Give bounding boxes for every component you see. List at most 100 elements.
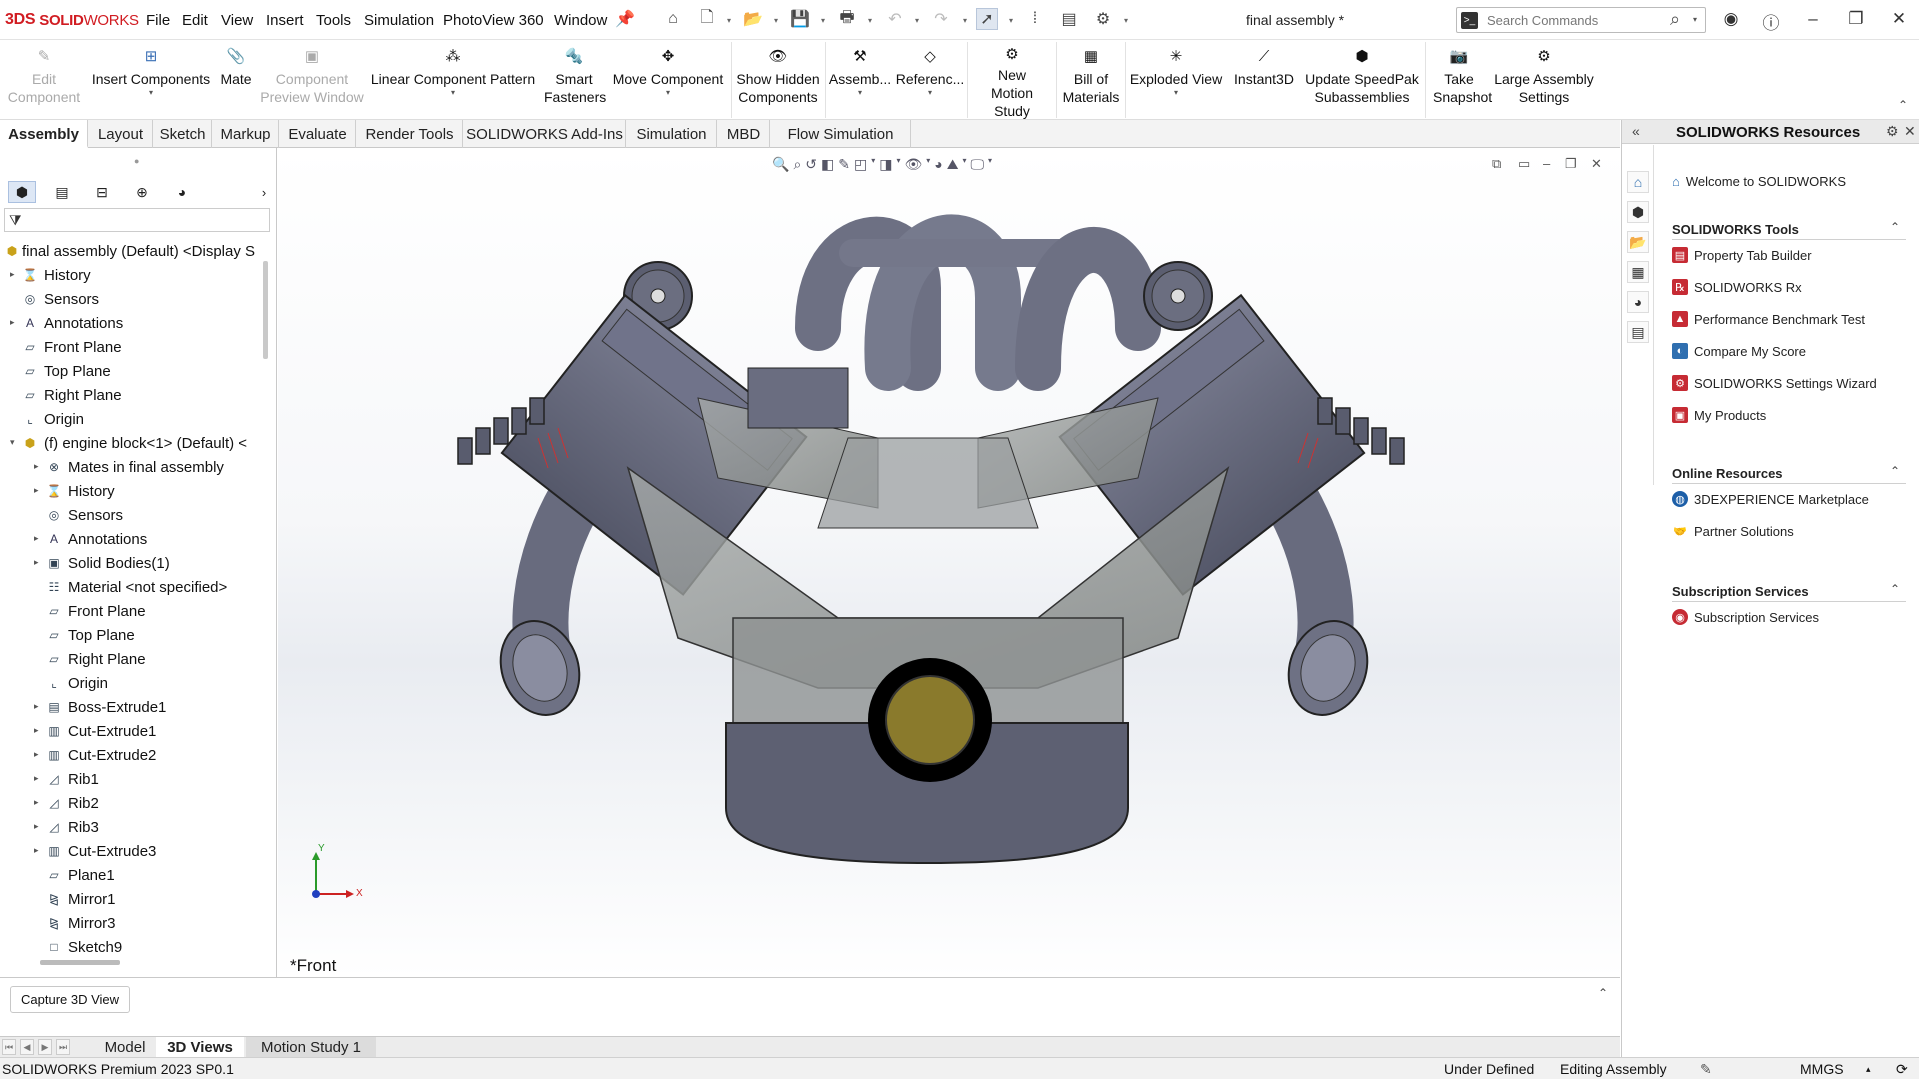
menu-insert[interactable]: Insert bbox=[266, 12, 304, 29]
section-solidworks-tools[interactable]: SOLIDWORKS Tools ⌃ bbox=[1672, 218, 1906, 240]
tab-3d-views[interactable]: 3D Views bbox=[156, 1037, 244, 1058]
save-dropdown-icon[interactable]: ▾ bbox=[821, 16, 825, 25]
minimize-icon[interactable]: – bbox=[1802, 9, 1824, 29]
tab-flow-simulation[interactable]: Flow Simulation bbox=[771, 120, 911, 148]
tab-render-tools[interactable]: Render Tools bbox=[357, 120, 463, 148]
tree-item[interactable]: ▾ ⬢ (f) engine block<1> (Default) < bbox=[0, 431, 262, 455]
bill-of-materials-button[interactable]: ▦ Bill of Materials bbox=[1059, 40, 1123, 120]
linear-component-pattern-button[interactable]: ⁂ Linear Component Pattern ▾ bbox=[368, 40, 538, 120]
show-hidden-components-button[interactable]: 👁 Show Hidden Components bbox=[734, 40, 822, 120]
tab-simulation[interactable]: Simulation bbox=[627, 120, 717, 148]
collapse-arrow-icon[interactable]: ▾ bbox=[10, 437, 15, 448]
tree-item[interactable]: ▸ ⌛ History bbox=[0, 263, 262, 287]
appearances-icon[interactable]: ◕ bbox=[1627, 291, 1649, 313]
prev-tab-icon[interactable]: ◀ bbox=[20, 1039, 34, 1055]
unit-system[interactable]: MMGS bbox=[1800, 1061, 1844, 1077]
restore-icon[interactable]: ❐ bbox=[1845, 9, 1867, 29]
file-explorer-icon[interactable]: 📂 bbox=[1627, 231, 1649, 253]
component-preview-window-button[interactable]: ▣ Component Preview Window bbox=[258, 40, 366, 120]
capture-3d-view-button[interactable]: Capture 3D View bbox=[10, 986, 131, 1013]
close-icon[interactable]: ✕ bbox=[1888, 9, 1910, 29]
search-dropdown-icon[interactable]: ▾ bbox=[1693, 15, 1697, 24]
select-cursor-icon[interactable]: ➚ bbox=[976, 8, 998, 30]
panel-grip-icon[interactable]: ● bbox=[134, 156, 139, 166]
tree-filter-field[interactable]: ⧩ bbox=[4, 208, 270, 232]
pin-icon[interactable]: 📌 bbox=[614, 8, 636, 30]
search-commands-box[interactable]: >_ Search Commands ⌕ ▾ bbox=[1456, 7, 1706, 33]
search-icon[interactable]: ⌕ bbox=[1670, 9, 1680, 30]
tree-horizontal-scrollbar[interactable] bbox=[40, 960, 120, 965]
section-online-resources[interactable]: Online Resources ⌃ bbox=[1672, 462, 1906, 484]
file-properties-icon[interactable]: ▤ bbox=[1058, 8, 1080, 30]
tree-item[interactable]: ▸ ⊗ Mates in final assembly bbox=[0, 455, 262, 479]
help-icon[interactable]: ⓘ bbox=[1760, 9, 1782, 34]
take-snapshot-button[interactable]: 📷 Take Snapshot bbox=[1428, 40, 1492, 120]
mate-button[interactable]: 📎 Mate bbox=[214, 40, 258, 120]
expand-arrow-icon[interactable]: ▸ bbox=[34, 797, 39, 808]
configuration-manager-tab-icon[interactable]: ⊟ bbox=[88, 181, 116, 203]
new-dropdown-icon[interactable]: ▾ bbox=[727, 16, 731, 25]
insert-components-button[interactable]: ⊞ Insert Components ▾ bbox=[86, 40, 216, 120]
redo-dropdown-icon[interactable]: ▾ bbox=[963, 16, 967, 25]
print-dropdown-icon[interactable]: ▾ bbox=[868, 16, 872, 25]
print-icon[interactable]: 🖶 bbox=[836, 8, 858, 30]
expand-arrow-icon[interactable]: ▸ bbox=[10, 269, 15, 280]
custom-properties-icon[interactable]: ▤ bbox=[1627, 321, 1649, 343]
tree-vertical-scrollbar[interactable] bbox=[263, 261, 268, 359]
smart-fasteners-button[interactable]: 🔩 Smart Fasteners bbox=[544, 40, 606, 120]
next-tab-icon[interactable]: ▶ bbox=[38, 1039, 52, 1055]
tree-item[interactable]: ▱ Plane1 bbox=[0, 863, 262, 887]
expand-arrow-icon[interactable]: ▸ bbox=[34, 749, 39, 760]
tab-model[interactable]: Model bbox=[96, 1037, 154, 1058]
large-assembly-settings-button[interactable]: ⚙ Large Assembly Settings bbox=[1492, 40, 1596, 120]
home-icon[interactable]: ⌂ bbox=[662, 8, 684, 30]
tree-item[interactable]: ▸ ▣ Solid Bodies(1) bbox=[0, 551, 262, 575]
collapse-section-icon[interactable]: ⌃ bbox=[1890, 464, 1900, 478]
tree-item[interactable]: ▸ A Annotations bbox=[0, 527, 262, 551]
tab-layout[interactable]: Layout bbox=[89, 120, 153, 148]
tree-item[interactable]: ◎ Sensors bbox=[0, 287, 262, 311]
tree-item[interactable]: ▱ Front Plane bbox=[0, 335, 262, 359]
tree-item[interactable]: ⌞ Origin bbox=[0, 671, 262, 695]
tree-item[interactable]: ▱ Right Plane bbox=[0, 383, 262, 407]
tab-evaluate[interactable]: Evaluate bbox=[280, 120, 356, 148]
tree-item[interactable]: ⬢ final assembly (Default) <Display S bbox=[0, 239, 262, 263]
solidworks-logo[interactable]: 3DS SOLID WORKS bbox=[5, 9, 139, 31]
resources-home-icon[interactable]: ⌂ bbox=[1627, 171, 1649, 193]
last-tab-icon[interactable]: ⏭ bbox=[56, 1039, 70, 1055]
expand-arrow-icon[interactable]: ▸ bbox=[34, 461, 39, 472]
expand-arrow-icon[interactable]: ▸ bbox=[34, 821, 39, 832]
menu-file[interactable]: File bbox=[146, 12, 170, 29]
update-speedpak-button[interactable]: ⬢ Update SpeedPak Subassemblies bbox=[1302, 40, 1422, 120]
menu-view[interactable]: View bbox=[221, 12, 253, 29]
tree-item[interactable]: ▸ A Annotations bbox=[0, 311, 262, 335]
units-dropdown-icon[interactable]: ▴ bbox=[1866, 1064, 1871, 1075]
pane-pin-icon[interactable]: ✕ bbox=[1904, 123, 1916, 140]
tree-item[interactable]: ▸ ▤ Boss-Extrude1 bbox=[0, 695, 262, 719]
section-subscription-services[interactable]: Subscription Services ⌃ bbox=[1672, 580, 1906, 602]
collapse-pane-chevron-icon[interactable]: « bbox=[1632, 123, 1640, 139]
reference-geometry-button[interactable]: ◇ Referenc... ▾ bbox=[896, 40, 964, 120]
new-document-icon[interactable]: 🗋 bbox=[696, 8, 718, 30]
dimxpert-tab-icon[interactable]: ⊕ bbox=[128, 181, 156, 203]
move-component-button[interactable]: ✥ Move Component ▾ bbox=[608, 40, 728, 120]
exploded-view-dropdown-icon[interactable]: ▾ bbox=[1174, 88, 1178, 98]
collapse-ribbon-icon[interactable]: ⌃ bbox=[1898, 98, 1908, 112]
first-tab-icon[interactable]: ⏮ bbox=[2, 1039, 16, 1055]
tree-item[interactable]: ☷ Material <not specified> bbox=[0, 575, 262, 599]
exploded-view-button[interactable]: ✳ Exploded View ▾ bbox=[1128, 40, 1224, 120]
expand-arrow-icon[interactable]: ▸ bbox=[34, 773, 39, 784]
expand-arrow-icon[interactable]: ▸ bbox=[34, 845, 39, 856]
edit-component-button[interactable]: ✎ Edit Component bbox=[4, 40, 84, 120]
undo-dropdown-icon[interactable]: ▾ bbox=[915, 16, 919, 25]
expand-arrow-icon[interactable]: ▸ bbox=[10, 317, 15, 328]
assembly-features-button[interactable]: ⚒ Assemb... ▾ bbox=[828, 40, 892, 120]
expand-arrow-icon[interactable]: ▸ bbox=[34, 725, 39, 736]
tree-item[interactable]: ▱ Front Plane bbox=[0, 599, 262, 623]
tree-item[interactable]: ▸ ⌛ History bbox=[0, 479, 262, 503]
options-gear-icon[interactable]: ⚙ bbox=[1092, 8, 1114, 30]
expand-arrow-icon[interactable]: ▸ bbox=[34, 701, 39, 712]
expand-arrow-icon[interactable]: ▸ bbox=[34, 557, 39, 568]
collapse-section-icon[interactable]: ⌃ bbox=[1890, 220, 1900, 234]
tab-sketch[interactable]: Sketch bbox=[154, 120, 212, 148]
